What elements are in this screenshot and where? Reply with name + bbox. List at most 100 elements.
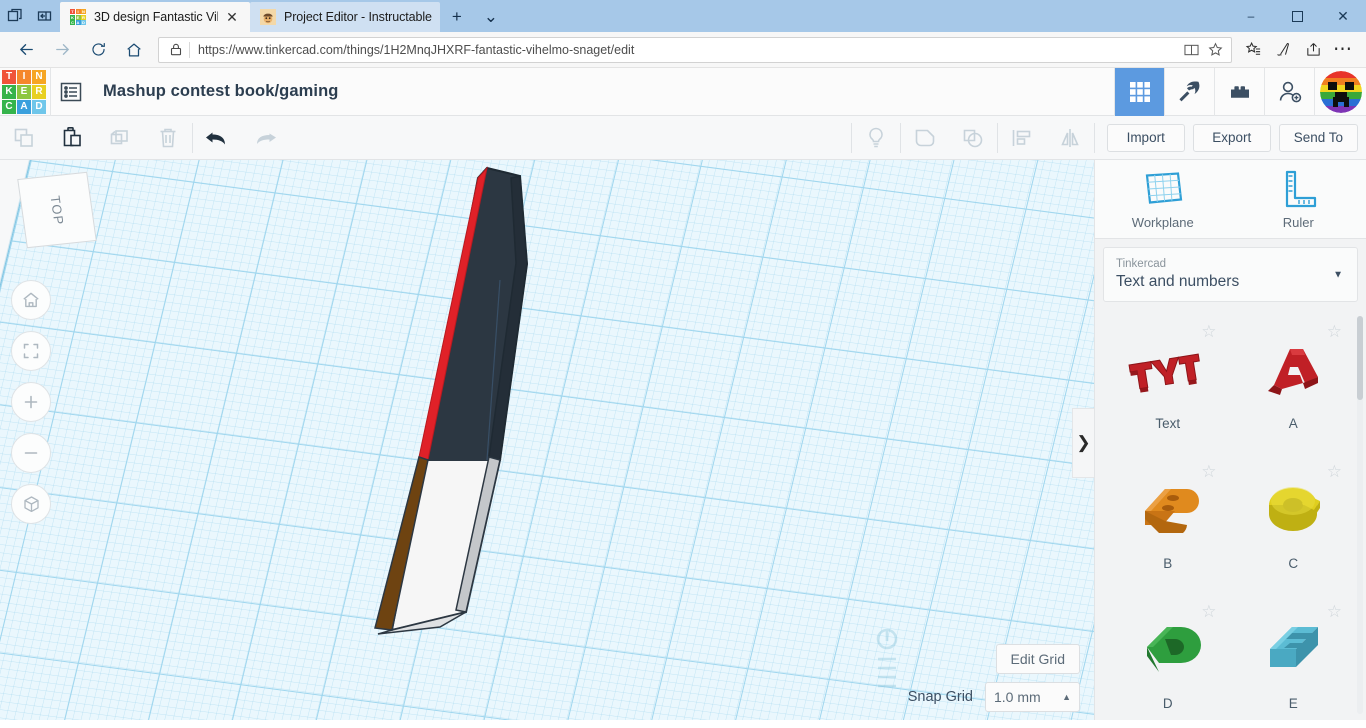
- settings-more-icon[interactable]: ⋯: [1328, 36, 1358, 64]
- tinkercad-app-header: T I N K E R C A D Mashup contest book/ga…: [0, 67, 1366, 116]
- fit-view-button[interactable]: [11, 331, 51, 371]
- browser-tab-1[interactable]: Project Editor - Instructable: [250, 2, 440, 32]
- chevron-down-icon: ▼: [1333, 269, 1343, 281]
- invite-user-button[interactable]: [1264, 67, 1314, 116]
- favorites-hub-icon[interactable]: [1238, 36, 1268, 64]
- shape-item-a[interactable]: ☆ A: [1231, 314, 1357, 454]
- trash-icon[interactable]: [144, 116, 192, 160]
- paste-button[interactable]: [48, 116, 96, 160]
- blocks-button[interactable]: [1214, 67, 1264, 116]
- lightbulb-icon[interactable]: [852, 116, 900, 160]
- new-tab-button[interactable]: +: [440, 2, 474, 32]
- zoom-in-button[interactable]: [11, 382, 51, 422]
- grid-controls: Edit Grid Snap Grid 1.0 mm ▲: [908, 644, 1080, 712]
- tab-overview-button[interactable]: [0, 0, 30, 32]
- back-button[interactable]: [8, 35, 44, 65]
- duplicate-button[interactable]: [96, 116, 144, 160]
- instructables-favicon: [260, 9, 276, 25]
- collections-pen-icon[interactable]: [1268, 36, 1298, 64]
- sidebar-scrollbar-thumb[interactable]: [1357, 315, 1363, 400]
- browser-tab-strip: TIN KER CAD 3D design Fantastic Vih… ✕ P…: [0, 0, 1366, 32]
- codeblocks-button[interactable]: [1164, 67, 1214, 116]
- sidebar-collapse-button[interactable]: ❯: [1072, 408, 1094, 478]
- workplane-tool[interactable]: Workplane: [1095, 160, 1231, 238]
- window-close-button[interactable]: ✕: [1320, 0, 1366, 32]
- reading-view-icon[interactable]: [1179, 39, 1203, 61]
- ruler-icon: [1286, 171, 1317, 208]
- copy-button[interactable]: [0, 116, 48, 160]
- logo-tile-I: I: [17, 69, 31, 84]
- export-button[interactable]: Export: [1192, 123, 1271, 152]
- designs-grid-button[interactable]: [1114, 67, 1164, 116]
- browser-tab-title: Project Editor - Instructable: [284, 10, 432, 24]
- shape-item-c[interactable]: ☆ C: [1231, 454, 1357, 594]
- edit-grid-button[interactable]: Edit Grid: [995, 644, 1080, 674]
- tab-list-dropdown-icon[interactable]: ⌄: [474, 2, 508, 32]
- library-kicker: Tinkercad: [1116, 258, 1167, 271]
- book-model[interactable]: [0, 160, 1094, 720]
- tab-close-icon[interactable]: ✕: [222, 7, 242, 27]
- redo-arrow-icon[interactable]: [241, 116, 289, 160]
- workplane-tool-label: Workplane: [1131, 215, 1194, 231]
- forward-button[interactable]: [44, 35, 80, 65]
- browser-tab-0[interactable]: TIN KER CAD 3D design Fantastic Vih… ✕: [60, 2, 250, 32]
- logo-tile-N: N: [32, 69, 46, 84]
- favorite-star-icon[interactable]: ☆: [1327, 602, 1342, 622]
- home-button[interactable]: [116, 35, 152, 65]
- star-icon[interactable]: [1203, 39, 1227, 61]
- address-bar[interactable]: https://www.tinkercad.com/things/1H2MnqJ…: [158, 36, 1232, 63]
- logo-tile-R: R: [32, 84, 46, 99]
- favorite-star-icon[interactable]: ☆: [1327, 462, 1342, 482]
- browser-toolbar: https://www.tinkercad.com/things/1H2MnqJ…: [0, 32, 1366, 68]
- user-avatar[interactable]: [1319, 70, 1362, 113]
- logo-tile-T: T: [2, 69, 16, 84]
- project-list-icon[interactable]: [51, 68, 91, 116]
- ungroup-shapes-icon[interactable]: [949, 116, 997, 160]
- shape-label: D: [1162, 695, 1173, 711]
- home-view-button[interactable]: [11, 280, 51, 320]
- align-icon[interactable]: [998, 116, 1046, 160]
- logo-tile-C: C: [2, 99, 16, 114]
- shape-library-dropdown[interactable]: Tinkercad Text and numbers ▼: [1103, 247, 1358, 302]
- tinkercad-logo[interactable]: T I N K E R C A D: [2, 69, 46, 114]
- favorite-star-icon[interactable]: ☆: [1201, 602, 1216, 622]
- import-button[interactable]: Import: [1106, 123, 1185, 152]
- shape-label: E: [1288, 695, 1298, 711]
- editor-toolbar: Import Export Send To: [0, 116, 1366, 160]
- snap-grid-select[interactable]: 1.0 mm ▲: [985, 682, 1080, 712]
- address-url-text: https://www.tinkercad.com/things/1H2MnqJ…: [198, 42, 635, 57]
- group-shapes-icon[interactable]: [901, 116, 949, 160]
- mirror-icon[interactable]: [1046, 116, 1094, 160]
- refresh-button[interactable]: [80, 35, 116, 65]
- shape-item-d[interactable]: ☆ D: [1105, 594, 1231, 720]
- send-to-button[interactable]: Send To: [1278, 123, 1358, 152]
- shape-item-text[interactable]: ☆ Text: [1105, 314, 1231, 454]
- tab-collapse-button[interactable]: [30, 0, 60, 32]
- view-cube[interactable]: TOP: [17, 171, 104, 253]
- undo-arrow-icon[interactable]: [193, 116, 241, 160]
- view-cube-label: TOP: [47, 194, 67, 226]
- window-minimize-button[interactable]: –: [1228, 0, 1274, 32]
- history-tool-group: [193, 116, 289, 160]
- favorite-star-icon[interactable]: ☆: [1201, 322, 1216, 342]
- window-maximize-button[interactable]: [1274, 0, 1320, 32]
- avatar-container[interactable]: [1314, 67, 1366, 116]
- ortho-perspective-button[interactable]: [11, 484, 51, 524]
- shape-item-b[interactable]: ☆ B: [1105, 454, 1231, 594]
- logo-tile-D: D: [32, 99, 46, 114]
- logo-tile-K: K: [2, 84, 16, 99]
- zoom-out-button[interactable]: [11, 433, 51, 473]
- page-title[interactable]: Mashup contest book/gaming: [103, 82, 338, 101]
- address-divider: [189, 41, 190, 58]
- ruler-tool[interactable]: Ruler: [1231, 160, 1366, 238]
- favorite-star-icon[interactable]: ☆: [1201, 462, 1216, 482]
- shape-label: Text: [1155, 415, 1181, 431]
- shape-item-e[interactable]: ☆ E: [1231, 594, 1357, 720]
- 3d-viewport[interactable]: TOP Edit Grid Snap Grid 1.0 mm ▲: [0, 160, 1094, 720]
- logo-tile-A: A: [17, 99, 31, 114]
- favorite-star-icon[interactable]: ☆: [1327, 322, 1342, 342]
- view-cube-face[interactable]: TOP: [17, 171, 97, 249]
- share-icon[interactable]: [1298, 36, 1328, 64]
- shape-label: A: [1288, 415, 1298, 431]
- tinkercad-favicon: TIN KER CAD: [70, 9, 86, 25]
